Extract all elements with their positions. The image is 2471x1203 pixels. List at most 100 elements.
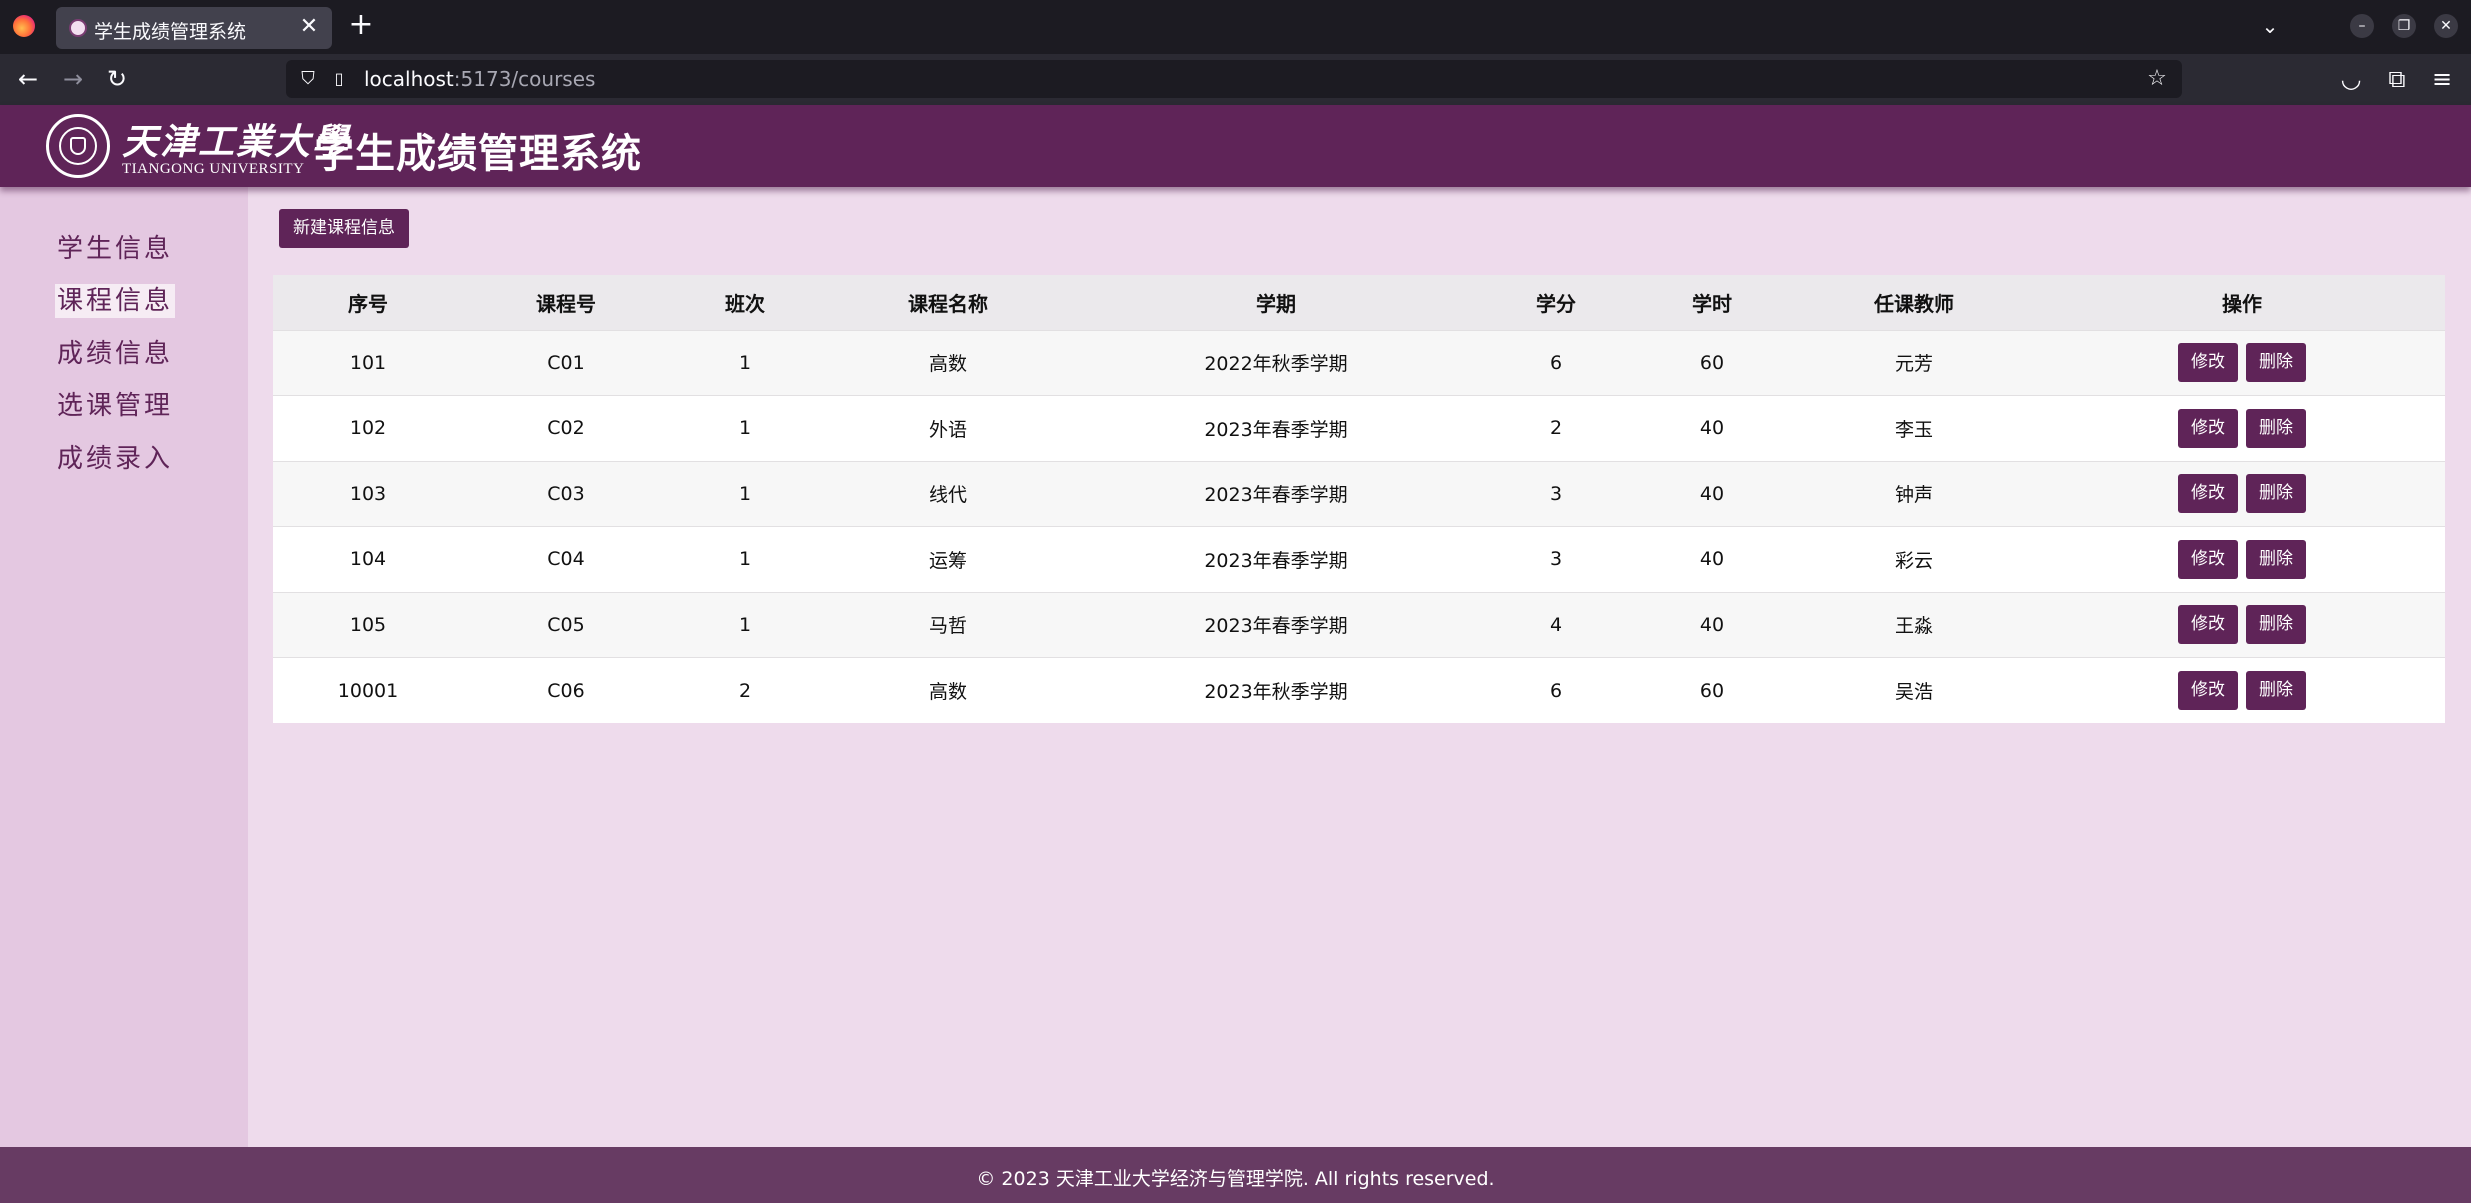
- footer-copyright: © 2023 天津工业大学经济与管理学院. All rights reserve…: [976, 1168, 1495, 1190]
- delete-button[interactable]: 删除: [2246, 671, 2306, 710]
- close-window-icon[interactable]: ✕: [2434, 14, 2458, 38]
- cell-actions: 修改 删除: [2039, 329, 2445, 396]
- bookmark-star-icon[interactable]: ☆: [2144, 66, 2170, 92]
- column-header: 课程号: [463, 275, 669, 330]
- table-row: 101 C01 1 高数 2022年秋季学期 6 60 元芳 修改 删除: [273, 329, 2445, 396]
- minimize-window-icon[interactable]: –: [2350, 14, 2374, 38]
- cell-hours: 40: [1635, 395, 1789, 461]
- tab-close-icon[interactable]: ✕: [296, 13, 322, 41]
- university-seal-icon: [46, 114, 110, 178]
- cell-course-id: C05: [463, 591, 669, 658]
- edit-button[interactable]: 修改: [2178, 671, 2238, 710]
- site-header: 天津工業大學 TIANGONG UNIVERSITY 学生成绩管理系统: [0, 105, 2471, 187]
- delete-button[interactable]: 删除: [2246, 539, 2306, 579]
- cell-course-id: C01: [463, 329, 669, 396]
- cell-teacher: 吴浩: [1789, 657, 2039, 723]
- browser-tab[interactable]: 学生成绩管理系统 ✕: [56, 7, 332, 49]
- cell-teacher: 王淼: [1789, 591, 2039, 658]
- new-tab-button[interactable]: +: [346, 10, 376, 42]
- pocket-icon[interactable]: ◡: [2336, 64, 2366, 94]
- cell-class: 1: [669, 526, 821, 592]
- column-header: 序号: [273, 275, 463, 330]
- cell-seq: 104: [273, 526, 463, 592]
- cell-credits: 6: [1477, 657, 1635, 723]
- column-header: 操作: [2039, 275, 2445, 330]
- sidebar-item-course-info[interactable]: 课程信息: [55, 284, 176, 318]
- cell-credits: 6: [1477, 329, 1635, 396]
- sidebar: 学生信息 课程信息 成绩信息 选课管理 成绩录入: [0, 187, 248, 1147]
- browser-nav-bar: ← → ↻ ⛉ ▯ localhost:5173/courses ☆ ◡ ⧉ ≡: [0, 54, 2471, 105]
- course-table: 序号 课程号 班次 课程名称 学期 学分 学时 任课教师 操作 101 C01 …: [273, 275, 2445, 723]
- edit-button[interactable]: 修改: [2178, 605, 2238, 645]
- cell-semester: 2023年春季学期: [1075, 395, 1477, 461]
- tracking-protection-icon[interactable]: ⛉: [298, 68, 318, 90]
- page-title: 学生成绩管理系统: [314, 131, 642, 177]
- cell-teacher: 彩云: [1789, 526, 2039, 592]
- table-row: 102 C02 1 外语 2023年春季学期 2 40 李玉 修改 删除: [273, 395, 2445, 461]
- cell-course-id: C06: [463, 657, 669, 723]
- cell-course-name: 运筹: [821, 526, 1075, 592]
- edit-button[interactable]: 修改: [2178, 408, 2238, 448]
- cell-course-name: 高数: [821, 657, 1075, 723]
- cell-actions: 修改 删除: [2039, 526, 2445, 592]
- edit-button[interactable]: 修改: [2178, 539, 2238, 579]
- reload-icon[interactable]: ↻: [102, 64, 132, 94]
- page-info-icon[interactable]: ▯: [330, 68, 348, 90]
- cell-teacher: 李玉: [1789, 395, 2039, 461]
- sidebar-item-grade-info[interactable]: 成绩信息: [55, 337, 175, 371]
- table-row: 104 C04 1 运筹 2023年春季学期 3 40 彩云 修改 删除: [273, 526, 2445, 592]
- site-footer: © 2023 天津工业大学经济与管理学院. All rights reserve…: [0, 1147, 2471, 1203]
- cell-hours: 40: [1635, 526, 1789, 592]
- column-header: 任课教师: [1789, 275, 2039, 330]
- delete-button[interactable]: 删除: [2246, 343, 2306, 383]
- cell-credits: 2: [1477, 395, 1635, 461]
- sidebar-item-student-info[interactable]: 学生信息: [55, 232, 175, 266]
- cell-semester: 2023年春季学期: [1075, 460, 1477, 527]
- cell-credits: 3: [1477, 526, 1635, 592]
- url-text[interactable]: localhost:5173/courses: [364, 67, 595, 91]
- sidebar-item-grade-entry[interactable]: 成绩录入: [55, 442, 175, 476]
- column-header: 学时: [1635, 275, 1789, 330]
- url-bar[interactable]: ⛉ ▯ localhost:5173/courses ☆: [286, 60, 2182, 98]
- cell-course-name: 高数: [821, 329, 1075, 396]
- delete-button[interactable]: 删除: [2246, 474, 2306, 514]
- column-header: 学分: [1477, 275, 1635, 330]
- table-row: 105 C05 1 马哲 2023年春季学期 4 40 王淼 修改 删除: [273, 591, 2445, 658]
- edit-button[interactable]: 修改: [2178, 474, 2238, 514]
- cell-actions: 修改 删除: [2039, 460, 2445, 527]
- sidebar-item-course-selection[interactable]: 选课管理: [55, 389, 175, 423]
- url-path: :5173/courses: [453, 67, 596, 91]
- cell-seq: 102: [273, 395, 463, 461]
- new-course-button[interactable]: 新建课程信息: [279, 209, 409, 248]
- cell-hours: 60: [1635, 657, 1789, 723]
- column-header: 班次: [669, 275, 821, 330]
- delete-button[interactable]: 删除: [2246, 408, 2306, 448]
- cell-semester: 2023年春季学期: [1075, 591, 1477, 658]
- edit-button[interactable]: 修改: [2178, 343, 2238, 383]
- cell-teacher: 钟声: [1789, 460, 2039, 527]
- cell-teacher: 元芳: [1789, 329, 2039, 396]
- cell-hours: 40: [1635, 591, 1789, 658]
- restore-window-icon[interactable]: ❐: [2392, 14, 2416, 38]
- delete-button[interactable]: 删除: [2246, 605, 2306, 645]
- cell-course-name: 马哲: [821, 591, 1075, 658]
- cell-seq: 101: [273, 329, 463, 396]
- cell-class: 1: [669, 460, 821, 527]
- web-page: 天津工業大學 TIANGONG UNIVERSITY 学生成绩管理系统 学生信息…: [0, 105, 2471, 1203]
- cell-course-id: C03: [463, 460, 669, 527]
- back-icon[interactable]: ←: [13, 64, 43, 94]
- list-all-tabs-icon[interactable]: ⌄: [2254, 12, 2286, 40]
- extensions-icon[interactable]: ⧉: [2382, 64, 2412, 94]
- browser-tab-bar: 学生成绩管理系统 ✕ + ⌄ – ❐ ✕: [0, 0, 2471, 54]
- cell-credits: 3: [1477, 460, 1635, 527]
- cell-seq: 103: [273, 460, 463, 527]
- cell-class: 1: [669, 591, 821, 658]
- cell-course-id: C02: [463, 395, 669, 461]
- cell-class: 1: [669, 395, 821, 461]
- university-logo-english: TIANGONG UNIVERSITY: [122, 161, 305, 177]
- app-menu-icon[interactable]: ≡: [2427, 64, 2457, 94]
- cell-class: 2: [669, 657, 821, 723]
- cell-credits: 4: [1477, 591, 1635, 658]
- forward-icon[interactable]: →: [58, 64, 88, 94]
- cell-semester: 2022年秋季学期: [1075, 329, 1477, 396]
